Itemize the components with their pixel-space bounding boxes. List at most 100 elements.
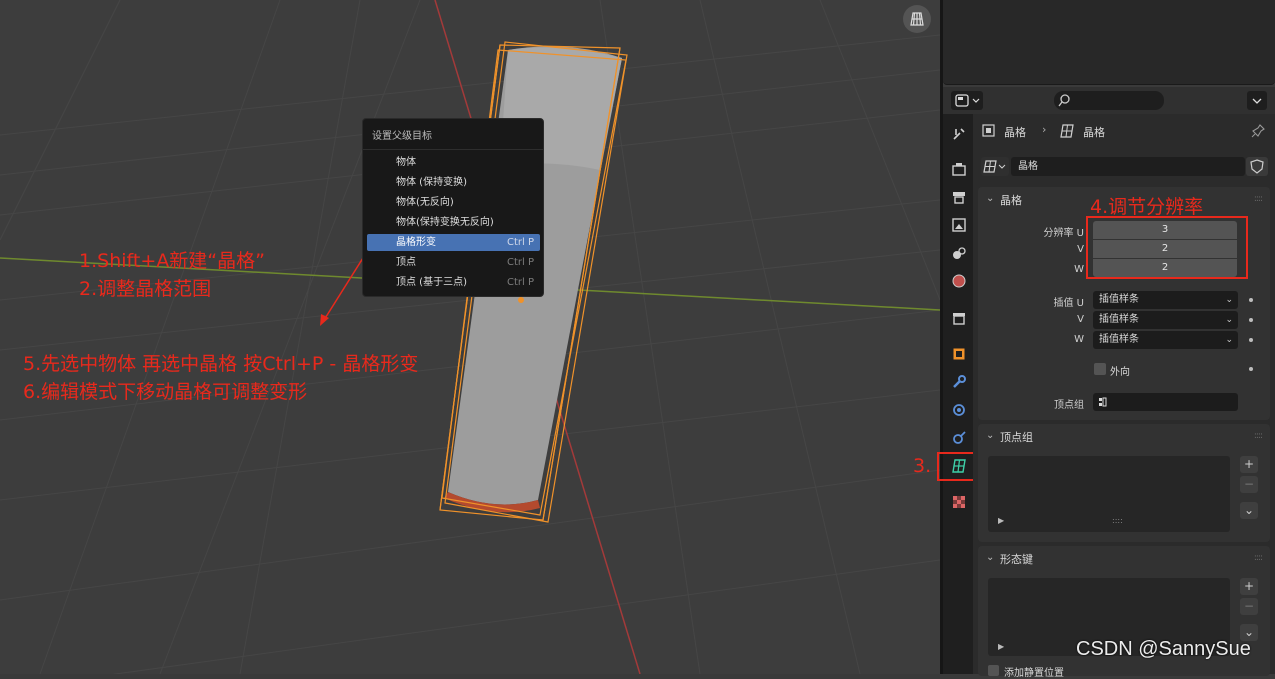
vertex-groups-panel: ⌄ 顶点组 :::: ▶ :::: + − ⌄ [978, 424, 1270, 542]
texture-icon [953, 496, 965, 508]
menu-divider [363, 149, 543, 150]
datablock-name-field[interactable]: 晶格 [1011, 157, 1245, 176]
view-layer-icon [952, 218, 966, 232]
tab-render[interactable] [946, 157, 972, 181]
vertex-group-specials-button[interactable]: ⌄ [1240, 502, 1258, 519]
vertex-groups-panel-header[interactable]: ⌄ 顶点组 :::: [978, 424, 1270, 448]
menu-item-object[interactable]: 物体 [367, 154, 540, 171]
wrench-icon [953, 375, 966, 388]
viewport-scene [0, 0, 940, 674]
vertex-group-icon [1099, 397, 1107, 407]
resolution-w-label: W [1074, 264, 1084, 275]
physics-icon [953, 431, 966, 444]
add-shape-key-button[interactable]: + [1240, 578, 1258, 595]
options-dropdown-button[interactable] [1247, 91, 1267, 110]
interp-w-dropdown[interactable]: 插值样条 ⌄ [1093, 331, 1238, 349]
particles-icon [953, 404, 965, 416]
vertex-groups-list[interactable]: ▶ :::: [988, 456, 1230, 532]
object-icon [982, 124, 995, 137]
menu-title: 设置父级目标 [372, 131, 432, 142]
remove-shape-key-button[interactable]: − [1240, 598, 1258, 615]
resolution-v-label: V [1077, 244, 1084, 255]
animate-dot[interactable] [1249, 338, 1253, 342]
lattice-icon [983, 160, 1006, 173]
outside-label: 外向 [1110, 367, 1130, 378]
chevron-down-icon: ⌄ [986, 193, 995, 204]
resolution-u-label: 分辨率 U [1043, 228, 1085, 239]
animate-dot[interactable] [1249, 298, 1253, 302]
menu-item-object-keep-transform-no-inverse[interactable]: 物体(保持变换无反向) [367, 214, 540, 231]
menu-item-vertex-triangle[interactable]: 顶点 (基于三点) Ctrl P [367, 274, 540, 291]
tab-particles[interactable] [946, 398, 972, 422]
annotation-step5: 5.先选中物体 再选中晶格 按Ctrl+P - 晶格形变 [23, 353, 419, 375]
navigation-grid-icon[interactable] [903, 5, 931, 33]
properties-header [943, 87, 1275, 114]
breadcrumb-separator-icon: › [1042, 123, 1047, 136]
tab-physics[interactable] [946, 426, 972, 450]
search-icon [1058, 94, 1070, 107]
interp-v-label: V [1077, 314, 1084, 325]
add-vertex-group-button[interactable]: + [1240, 456, 1258, 473]
interp-w-label: W [1074, 334, 1084, 345]
chevron-down-icon [1252, 98, 1262, 104]
object-icon [953, 348, 965, 360]
breadcrumb-data: 晶格 [1083, 126, 1105, 139]
shield-icon [1250, 159, 1264, 174]
pin-icon[interactable] [1250, 123, 1266, 139]
tab-scene[interactable] [946, 241, 972, 265]
output-icon [953, 192, 965, 204]
fake-user-button[interactable] [1246, 157, 1268, 176]
vertex-group-label: 顶点组 [1054, 400, 1084, 411]
drag-grip-icon: :::: [1253, 553, 1263, 563]
tab-output[interactable] [946, 185, 972, 209]
object-origin [518, 297, 524, 303]
tab-modifiers[interactable] [946, 370, 972, 394]
drag-grip-icon: :::: [1253, 431, 1263, 441]
interp-u-dropdown[interactable]: 插值样条 ⌄ [1093, 291, 1238, 309]
outside-checkbox[interactable] [1094, 363, 1106, 375]
tab-texture[interactable] [946, 490, 972, 514]
drag-grip-icon: :::: [1253, 194, 1263, 204]
annotation-step2: 2.调整晶格范围 [79, 278, 212, 300]
list-resize-grip-icon: :::: [1112, 516, 1123, 525]
set-parent-menu: 设置父级目标 物体 物体 (保持变换) 物体(无反向) 物体(保持变换无反向) … [362, 118, 544, 297]
interp-u-label: 插值 U [1053, 298, 1085, 309]
3d-viewport[interactable]: 设置父级目标 物体 物体 (保持变换) 物体(无反向) 物体(保持变换无反向) … [0, 0, 940, 674]
world-icon [952, 274, 966, 288]
collection-icon [953, 313, 965, 325]
tab-world[interactable] [946, 269, 972, 293]
annotation-step3: 3. [913, 455, 932, 477]
remove-vertex-group-button[interactable]: − [1240, 476, 1258, 493]
chevron-down-icon: ⌄ [986, 552, 995, 563]
highlight-resolution [1086, 216, 1248, 279]
shape-keys-panel-header[interactable]: ⌄ 形态键 :::: [978, 546, 1270, 570]
render-icon [952, 163, 966, 176]
tool-icon [953, 128, 965, 140]
menu-item-object-no-inverse[interactable]: 物体(无反向) [367, 194, 540, 211]
properties-search-input[interactable] [1054, 91, 1164, 110]
vertex-group-field[interactable] [1093, 393, 1238, 411]
datablock-browse-button[interactable] [981, 157, 1009, 176]
relative-label: 添加静置位置 [1004, 668, 1064, 679]
properties-tab-bar [943, 114, 973, 674]
watermark-text: CSDN @SannySue [1076, 638, 1251, 660]
list-expand-icon: ▶ [998, 516, 1005, 525]
outliner-area[interactable] [943, 0, 1275, 85]
interp-v-dropdown[interactable]: 插值样条 ⌄ [1093, 311, 1238, 329]
animate-dot[interactable] [1249, 318, 1253, 322]
highlight-lattice-tab [937, 452, 978, 481]
annotation-step1: 1.Shift+A新建“晶格” [79, 250, 265, 272]
chevron-down-icon: ⌄ [1225, 295, 1233, 305]
editor-type-button[interactable] [951, 91, 983, 110]
tab-object[interactable] [946, 342, 972, 366]
editor-type-icon [955, 94, 980, 107]
menu-item-vertex[interactable]: 顶点 Ctrl P [367, 254, 540, 271]
menu-item-lattice-deform[interactable]: 晶格形变 Ctrl P [367, 234, 540, 251]
tab-collection[interactable] [946, 306, 972, 330]
animate-dot[interactable] [1249, 367, 1253, 371]
menu-item-object-keep-transform[interactable]: 物体 (保持变换) [367, 174, 540, 191]
tab-view-layer[interactable] [946, 213, 972, 237]
tab-tool[interactable] [946, 122, 972, 146]
relative-checkbox[interactable] [988, 665, 999, 676]
chevron-down-icon: ⌄ [1225, 335, 1233, 345]
